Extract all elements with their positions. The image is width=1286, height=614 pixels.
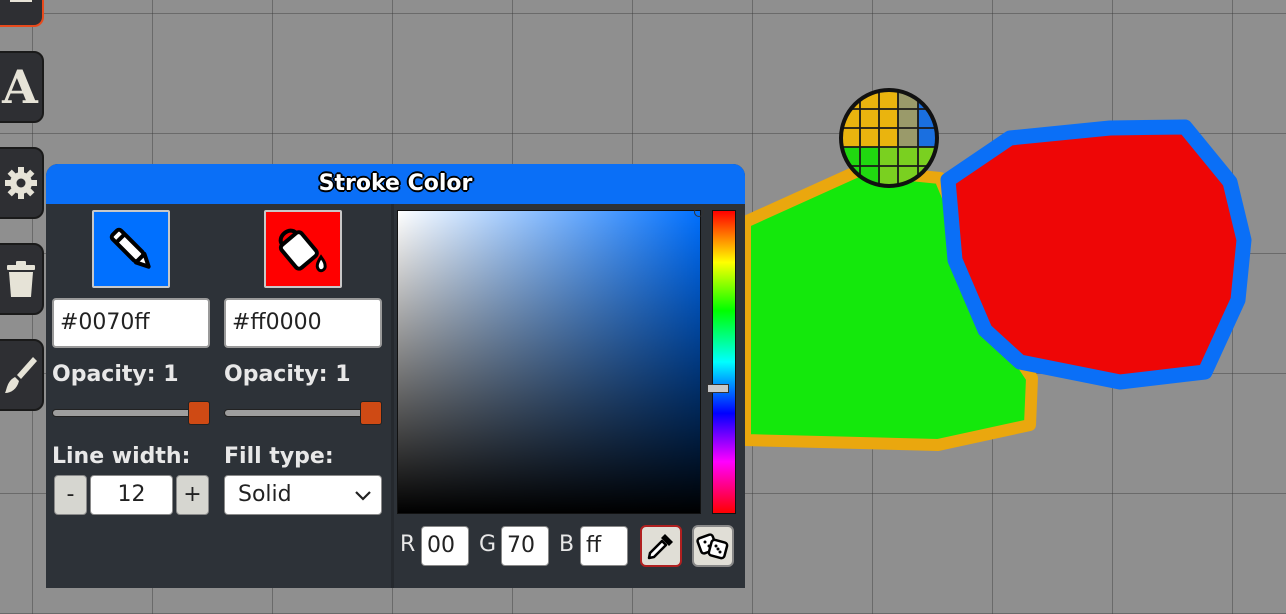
pen-icon (10, 0, 32, 2)
red-input[interactable]: 00 (421, 526, 469, 566)
line-width-increment-button[interactable]: + (176, 475, 209, 515)
hue-slider[interactable] (707, 210, 736, 514)
fill-color-button[interactable] (264, 210, 342, 288)
stroke-opacity-label: Opacity: 1 (52, 362, 179, 387)
green-label: G (479, 532, 497, 557)
random-color-button[interactable] (692, 525, 734, 567)
stroke-opacity-slider-thumb[interactable] (188, 401, 210, 425)
stroke-color-panel: Stroke Color #0070ff #ff0000 Opacity: 1 … (46, 164, 745, 588)
saturation-value-marker[interactable] (694, 207, 704, 217)
fill-type-label: Fill type: (224, 444, 334, 469)
saturation-value-picker[interactable] (397, 207, 704, 514)
green-input[interactable]: 70 (501, 526, 549, 566)
stroke-hex-input[interactable]: #0070ff (52, 298, 210, 348)
line-width-input[interactable]: 12 (90, 475, 173, 515)
settings-button[interactable] (0, 147, 44, 219)
fill-opacity-slider[interactable] (224, 401, 382, 425)
stroke-color-button[interactable] (92, 210, 170, 288)
red-polygon-shape[interactable] (940, 119, 1252, 390)
line-width-decrement-button[interactable]: - (54, 475, 87, 515)
chevron-down-icon (355, 491, 371, 501)
pencil-icon (109, 227, 151, 269)
trash-icon (7, 261, 35, 297)
fill-opacity-slider-thumb[interactable] (360, 401, 382, 425)
hue-slider-thumb[interactable] (707, 384, 729, 394)
panel-title: Stroke Color (46, 164, 745, 204)
paint-bucket-icon (278, 228, 327, 273)
line-width-label: Line width: (52, 444, 191, 469)
color-settings-pane: #0070ff #ff0000 Opacity: 1 Opacity: 1 Li… (46, 204, 394, 588)
brush-icon (5, 357, 37, 393)
delete-button[interactable] (0, 243, 44, 315)
red-label: R (400, 532, 416, 557)
blue-input[interactable]: ff (580, 526, 628, 566)
fill-type-value: Solid (238, 482, 292, 507)
blue-label: B (559, 532, 575, 557)
dice-icon (696, 533, 729, 560)
eyedropper-icon (647, 534, 673, 560)
fill-type-select[interactable]: Solid (224, 475, 382, 515)
draw-tool-button[interactable] (0, 0, 44, 27)
stroke-opacity-slider[interactable] (52, 401, 210, 425)
brush-button[interactable] (0, 339, 44, 411)
text-tool-button[interactable]: A (0, 51, 44, 123)
text-icon: A (2, 60, 38, 114)
fill-opacity-label: Opacity: 1 (224, 362, 351, 387)
fill-hex-input[interactable]: #ff0000 (224, 298, 382, 348)
gear-icon (5, 167, 37, 199)
eyedropper-button[interactable] (640, 525, 682, 567)
color-grid-marker[interactable] (839, 88, 939, 188)
